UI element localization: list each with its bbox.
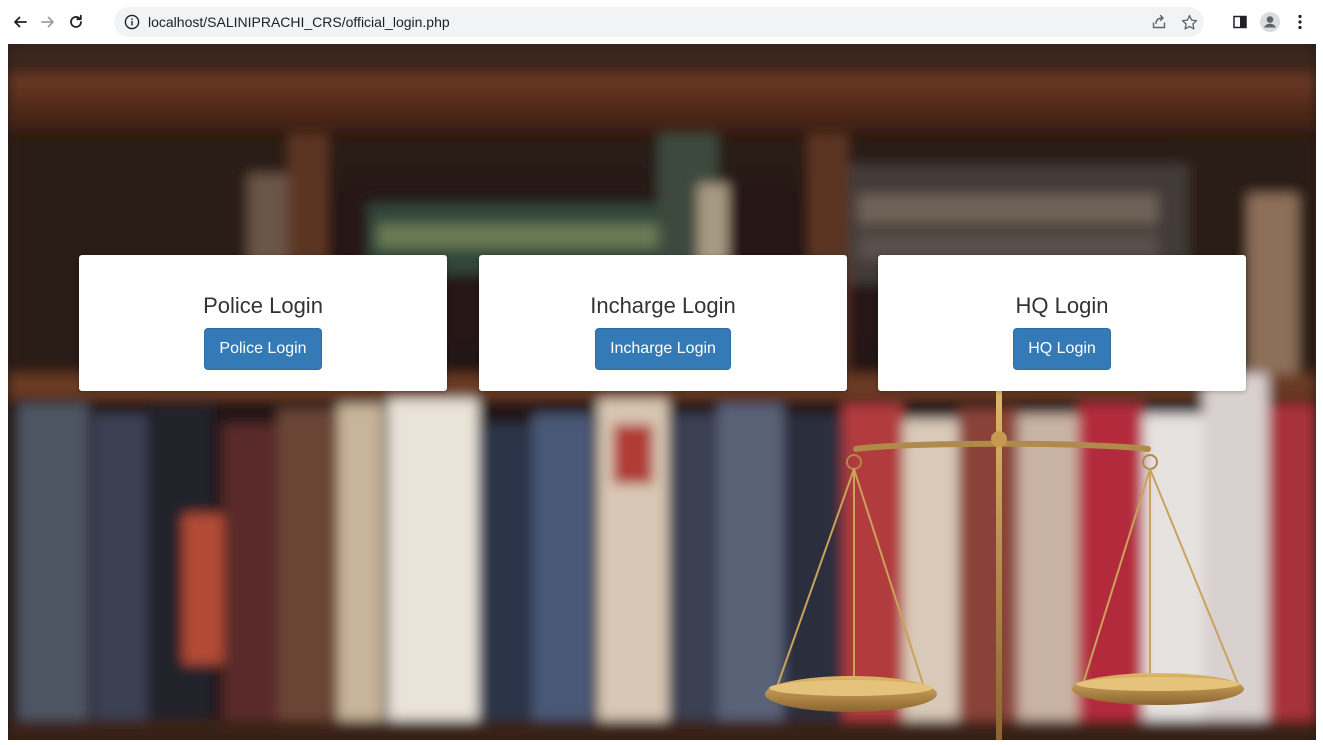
page-viewport: Police Login Police Login Incharge Login… bbox=[8, 44, 1316, 740]
forward-button[interactable] bbox=[34, 8, 62, 36]
star-icon[interactable] bbox=[1174, 7, 1204, 37]
bookshelf-background bbox=[8, 44, 1316, 740]
police-login-title: Police Login bbox=[203, 293, 323, 318]
url-text[interactable]: localhost/SALINIPRACHI_CRS/official_logi… bbox=[148, 14, 450, 30]
side-panel-icon[interactable] bbox=[1225, 7, 1255, 37]
browser-toolbar: localhost/SALINIPRACHI_CRS/official_logi… bbox=[0, 0, 1323, 44]
back-button[interactable] bbox=[6, 8, 34, 36]
profile-icon[interactable] bbox=[1255, 7, 1285, 37]
info-icon[interactable] bbox=[124, 14, 140, 30]
arrow-left-icon bbox=[11, 13, 29, 31]
incharge-login-card: Incharge Login Incharge Login bbox=[479, 255, 847, 391]
hq-login-card: HQ Login HQ Login bbox=[878, 255, 1246, 391]
address-bar[interactable]: localhost/SALINIPRACHI_CRS/official_logi… bbox=[114, 7, 1204, 37]
browser-actions bbox=[1225, 7, 1315, 37]
hq-login-button[interactable]: HQ Login bbox=[1013, 328, 1111, 370]
reload-icon bbox=[67, 13, 85, 31]
share-icon[interactable] bbox=[1144, 7, 1174, 37]
police-login-button[interactable]: Police Login bbox=[204, 328, 322, 370]
police-login-card: Police Login Police Login bbox=[79, 255, 447, 391]
arrow-right-icon bbox=[39, 13, 57, 31]
incharge-login-button[interactable]: Incharge Login bbox=[595, 328, 731, 370]
kebab-menu-icon[interactable] bbox=[1285, 7, 1315, 37]
hq-login-title: HQ Login bbox=[1015, 293, 1109, 318]
incharge-login-title: Incharge Login bbox=[590, 293, 736, 318]
reload-button[interactable] bbox=[62, 8, 90, 36]
address-bar-actions bbox=[1144, 7, 1204, 37]
browser-window: localhost/SALINIPRACHI_CRS/official_logi… bbox=[0, 0, 1323, 745]
